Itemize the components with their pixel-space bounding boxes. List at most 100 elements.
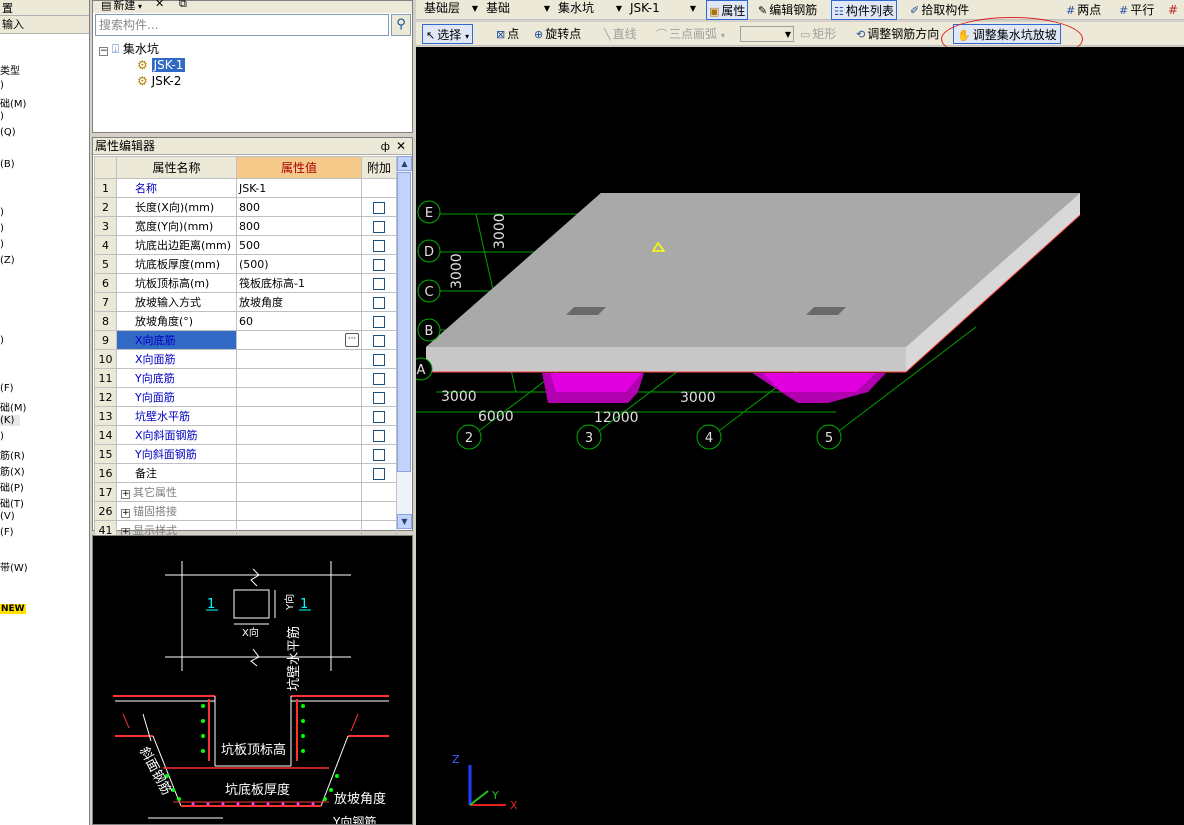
component-list-button[interactable]: ☷ 构件列表: [831, 0, 897, 20]
nav-item[interactable]: ): [0, 223, 4, 234]
expand-icon[interactable]: +: [121, 509, 130, 518]
search-icon[interactable]: ⚲: [391, 14, 411, 36]
expand-icon[interactable]: +: [121, 490, 130, 499]
property-row[interactable]: 6 坑板顶标高(m) 筏板底标高-1: [94, 273, 397, 293]
extra-checkbox[interactable]: [373, 372, 385, 385]
nav-item-selected[interactable]: (K): [0, 415, 20, 426]
nav-item[interactable]: 带(W): [0, 559, 28, 574]
property-value[interactable]: 800: [236, 216, 362, 236]
extra-checkbox[interactable]: [373, 201, 385, 214]
copy-icon[interactable]: ⧉: [179, 0, 187, 11]
left-strip-input-header[interactable]: 输入: [0, 16, 89, 34]
tree-root[interactable]: − ⍗ 集水坑: [99, 41, 159, 57]
property-value[interactable]: [236, 387, 362, 407]
three-point-arc-button[interactable]: ⌒ 三点画弧 ▾: [656, 24, 725, 44]
rectangle-button[interactable]: ▭ 矩形: [800, 24, 836, 44]
arc-option-select[interactable]: ▼: [740, 26, 794, 42]
new-component-button[interactable]: ▤ 新建 ▾: [101, 0, 142, 13]
nav-item[interactable]: (F): [0, 383, 14, 394]
scroll-thumb[interactable]: [397, 172, 411, 472]
property-value[interactable]: 500: [236, 235, 362, 255]
nav-item[interactable]: 础(M): [0, 399, 26, 414]
property-row[interactable]: 3 宽度(Y向)(mm) 800: [94, 216, 397, 236]
property-row[interactable]: 10 X向面筋: [94, 349, 397, 369]
property-value[interactable]: [236, 482, 362, 502]
property-value[interactable]: 60: [236, 311, 362, 331]
properties-button[interactable]: ▣ 属性: [706, 0, 749, 20]
nav-item[interactable]: (F): [0, 527, 14, 538]
nav-item[interactable]: ): [0, 239, 4, 250]
extra-checkbox[interactable]: [373, 258, 385, 271]
property-row[interactable]: 12 Y向面筋: [94, 387, 397, 407]
property-row[interactable]: 13 坑壁水平筋: [94, 406, 397, 426]
extra-checkbox[interactable]: [373, 467, 385, 480]
scroll-up-icon[interactable]: ▲: [397, 156, 412, 171]
property-row[interactable]: 5 坑底板厚度(mm) (500): [94, 254, 397, 274]
ellipsis-button[interactable]: ···: [345, 333, 359, 347]
extra-checkbox[interactable]: [373, 296, 385, 309]
tree-item-jsk-1[interactable]: ⚙ JSK-1: [137, 57, 186, 73]
pick-component-button[interactable]: ✐ 拾取构件: [910, 0, 969, 20]
layer-select[interactable]: 基础层 ▼: [422, 1, 480, 18]
scroll-down-icon[interactable]: ▼: [397, 514, 412, 529]
property-row[interactable]: 4 坑底出边距离(mm) 500: [94, 235, 397, 255]
property-value[interactable]: 800: [236, 197, 362, 217]
property-row[interactable]: 17 + 其它属性: [94, 482, 397, 502]
delete-icon[interactable]: ✕: [155, 0, 164, 10]
nav-item[interactable]: 础(M): [0, 95, 26, 110]
close-icon[interactable]: ✕: [396, 138, 406, 155]
nav-item[interactable]: 筋(X): [0, 463, 25, 478]
collapse-icon[interactable]: −: [99, 47, 108, 56]
property-value[interactable]: 筏板底标高-1: [236, 273, 362, 293]
rotate-point-button[interactable]: ⊕ 旋转点: [534, 24, 581, 44]
nav-item[interactable]: 筋(R): [0, 447, 25, 462]
property-value[interactable]: [236, 501, 362, 521]
component-select[interactable]: JSK-1 ▼: [628, 1, 698, 18]
nav-item[interactable]: (V): [0, 511, 15, 522]
nav-item[interactable]: (B): [0, 159, 15, 170]
nav-item[interactable]: 类型: [0, 62, 20, 77]
property-row[interactable]: 8 放坡角度(°) 60: [94, 311, 397, 331]
extra-checkbox[interactable]: [373, 239, 385, 252]
extra-checkbox[interactable]: [373, 448, 385, 461]
property-value[interactable]: [236, 463, 362, 483]
extra-checkbox[interactable]: [373, 277, 385, 290]
property-row[interactable]: 14 X向斜面钢筋: [94, 425, 397, 445]
property-value[interactable]: [236, 425, 362, 445]
extra-checkbox[interactable]: [373, 429, 385, 442]
property-row[interactable]: 7 放坡输入方式 放坡角度: [94, 292, 397, 312]
search-input[interactable]: 搜索构件...: [95, 14, 389, 36]
property-row[interactable]: 1 名称 JSK-1: [94, 178, 397, 198]
type-select[interactable]: 集水坑 ▼: [556, 1, 624, 18]
tree-item-jsk-2[interactable]: ⚙ JSK-2: [137, 73, 181, 89]
edit-rebar-button[interactable]: ✎ 编辑钢筋: [758, 0, 817, 20]
adjust-rebar-direction-button[interactable]: ⟲ 调整钢筋方向: [856, 24, 939, 44]
property-value[interactable]: JSK-1: [236, 178, 362, 198]
nav-item[interactable]: ): [0, 207, 4, 218]
parallel-button[interactable]: # 平行: [1119, 0, 1154, 20]
property-row[interactable]: 2 长度(X向)(mm) 800: [94, 197, 397, 217]
point-button[interactable]: ⊠ 点: [496, 24, 519, 44]
property-scrollbar[interactable]: ▲ ▼: [396, 156, 412, 529]
property-row[interactable]: 11 Y向底筋: [94, 368, 397, 388]
category-select[interactable]: 基础 ▼: [484, 1, 552, 18]
select-button[interactable]: ↖ 选择 ▾: [422, 24, 474, 44]
property-row[interactable]: 16 备注: [94, 463, 397, 483]
nav-item[interactable]: ): [0, 80, 4, 91]
nav-item[interactable]: 础(P): [0, 479, 24, 494]
extra-checkbox[interactable]: [373, 334, 385, 347]
nav-item[interactable]: (Z): [0, 255, 15, 266]
extra-checkbox[interactable]: [373, 410, 385, 423]
line-button[interactable]: ╲ 直线: [604, 24, 637, 44]
property-row[interactable]: 26 + 锚固搭接: [94, 501, 397, 521]
pin-icon[interactable]: ф: [381, 138, 390, 155]
more-tool-icon[interactable]: #: [1168, 0, 1178, 20]
two-points-button[interactable]: # 两点: [1066, 0, 1101, 20]
property-row[interactable]: 15 Y向斜面钢筋: [94, 444, 397, 464]
extra-checkbox[interactable]: [373, 220, 385, 233]
property-value[interactable]: [236, 444, 362, 464]
nav-item[interactable]: ): [0, 335, 4, 346]
property-value[interactable]: (500): [236, 254, 362, 274]
nav-item[interactable]: 础(T): [0, 495, 24, 510]
extra-checkbox[interactable]: [373, 353, 385, 366]
